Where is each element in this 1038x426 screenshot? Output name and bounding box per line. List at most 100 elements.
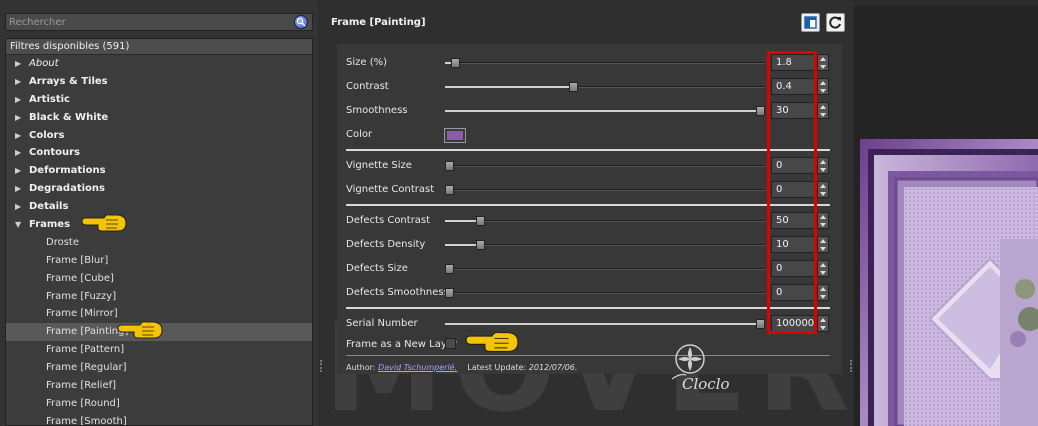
tree-category-frames[interactable]: ▼ Frames <box>6 214 312 234</box>
expand-arrow-icon[interactable]: ▶ <box>15 127 21 145</box>
expand-arrow-icon[interactable]: ▶ <box>15 55 21 73</box>
logo-text: Cloclo <box>682 375 730 393</box>
tree-category-black-white[interactable]: ▶ Black & White <box>6 109 312 127</box>
defects-contrast-slider[interactable] <box>445 216 765 226</box>
serial-number-slider[interactable] <box>445 319 765 329</box>
expand-arrow-icon[interactable]: ▶ <box>15 180 21 198</box>
slider-handle[interactable] <box>756 319 765 329</box>
slider-handle[interactable] <box>445 161 454 171</box>
expand-arrow-icon[interactable]: ▶ <box>15 91 21 109</box>
pointing-hand-icon <box>81 214 127 232</box>
color-swatch-button[interactable] <box>444 128 466 143</box>
defects-density-slider[interactable] <box>445 240 765 250</box>
slider-handle[interactable] <box>451 58 460 68</box>
tree-category-label: Deformations <box>29 165 106 177</box>
tree-category-contours[interactable]: ▶ Contours <box>6 144 312 162</box>
slider-handle[interactable] <box>445 185 454 195</box>
param-label: Serial Number <box>346 318 418 329</box>
expand-arrow-icon[interactable]: ▶ <box>15 198 21 216</box>
expand-arrow-icon[interactable]: ▶ <box>15 162 21 180</box>
serial-number-input[interactable]: 1000000 <box>771 315 821 332</box>
size-slider[interactable] <box>445 58 765 68</box>
smoothness-slider[interactable] <box>445 106 765 116</box>
author-link[interactable]: David Tschumperlé. <box>378 363 457 372</box>
expand-arrow-icon[interactable]: ▶ <box>15 109 21 127</box>
contrast-input[interactable]: 0.4 <box>771 78 815 95</box>
slider-handle[interactable] <box>476 240 485 250</box>
tree-item-frame-cube[interactable]: Frame [Cube] <box>6 270 312 288</box>
vignette-contrast-spinner[interactable] <box>817 181 829 198</box>
tree-item-frame-pattern[interactable]: Frame [Pattern] <box>6 341 312 359</box>
smoothness-input[interactable]: 30 <box>771 102 815 119</box>
defects-smoothness-slider[interactable] <box>445 288 765 298</box>
tree-category-label: Frames <box>29 219 71 231</box>
tree-category-label: About <box>29 58 59 69</box>
param-label: Size (%) <box>346 57 388 68</box>
vignette-size-slider[interactable] <box>445 161 765 171</box>
param-vignette-size: Vignette Size 0 <box>337 156 842 176</box>
layout-icon <box>804 16 817 29</box>
slider-handle[interactable] <box>445 264 454 274</box>
contrast-spinner[interactable] <box>817 78 829 95</box>
param-label: Defects Size <box>346 263 408 274</box>
vignette-size-input[interactable]: 0 <box>771 157 815 174</box>
vignette-contrast-slider[interactable] <box>445 185 765 195</box>
smoothness-spinner[interactable] <box>817 102 829 119</box>
defects-density-input[interactable]: 10 <box>771 236 815 253</box>
tree-item-frame-fuzzy[interactable]: Frame [Fuzzy] <box>6 288 312 306</box>
defects-size-spinner[interactable] <box>817 260 829 277</box>
expand-arrow-icon[interactable]: ▶ <box>15 73 21 91</box>
serial-number-spinner[interactable] <box>817 315 829 332</box>
size-spinner[interactable] <box>817 54 829 71</box>
defects-size-slider[interactable] <box>445 264 765 274</box>
tree-item-frame-painting[interactable]: Frame [Painting] <box>6 321 312 342</box>
refresh-button[interactable] <box>826 13 845 32</box>
tree-category-label: Contours <box>29 147 80 159</box>
expand-arrow-icon[interactable]: ▶ <box>15 144 21 162</box>
slider-handle[interactable] <box>476 216 485 226</box>
tree-category-artistic[interactable]: ▶ Artistic <box>6 91 312 109</box>
search-box <box>5 13 313 31</box>
defects-density-spinner[interactable] <box>817 236 829 253</box>
preview-image[interactable] <box>860 139 1038 426</box>
size-input[interactable]: 1.8 <box>771 54 815 71</box>
defects-smoothness-spinner[interactable] <box>817 284 829 301</box>
search-icon[interactable] <box>294 15 308 29</box>
slider-handle[interactable] <box>756 106 765 116</box>
separator <box>346 307 830 309</box>
param-label: Vignette Size <box>346 160 412 171</box>
defects-contrast-spinner[interactable] <box>817 212 829 229</box>
param-label: Defects Contrast <box>346 215 431 226</box>
collapse-arrow-icon[interactable]: ▼ <box>15 216 21 234</box>
tree-item-frame-round[interactable]: Frame [Round] <box>6 395 312 413</box>
filter-title: Frame [Painting] <box>331 17 426 28</box>
tree-category-about[interactable]: ▶ About <box>6 55 312 73</box>
tree-item-droste[interactable]: Droste <box>6 234 312 252</box>
tree-category-degradations[interactable]: ▶ Degradations <box>6 180 312 198</box>
vignette-contrast-input[interactable]: 0 <box>771 181 815 198</box>
tree-category-label: Degradations <box>29 183 105 195</box>
vignette-size-spinner[interactable] <box>817 157 829 174</box>
param-label: Defects Smoothness <box>346 287 449 298</box>
tree-item-frame-blur[interactable]: Frame [Blur] <box>6 252 312 270</box>
tree-category-arrays-tiles[interactable]: ▶ Arrays & Tiles <box>6 73 312 91</box>
tree-category-details[interactable]: ▶ Details <box>6 198 312 216</box>
search-input[interactable] <box>9 15 289 29</box>
slider-handle[interactable] <box>569 82 578 92</box>
param-vignette-contrast: Vignette Contrast 0 <box>337 180 842 200</box>
defects-size-input[interactable]: 0 <box>771 260 815 277</box>
tree-category-deformations[interactable]: ▶ Deformations <box>6 162 312 180</box>
tree-item-frame-smooth[interactable]: Frame [Smooth] <box>6 413 312 425</box>
new-layer-checkbox[interactable] <box>445 338 456 349</box>
param-defects-size: Defects Size 0 <box>337 259 842 279</box>
preview-layout-button[interactable] <box>801 13 820 32</box>
tree-item-frame-relief[interactable]: Frame [Relief] <box>6 377 312 395</box>
tree-item-frame-regular[interactable]: Frame [Regular] <box>6 359 312 377</box>
slider-handle[interactable] <box>445 288 454 298</box>
tree-category-colors[interactable]: ▶ Colors <box>6 127 312 145</box>
defects-smoothness-input[interactable]: 0 <box>771 284 815 301</box>
separator <box>346 355 830 356</box>
separator <box>346 204 830 206</box>
defects-contrast-input[interactable]: 50 <box>771 212 815 229</box>
contrast-slider[interactable] <box>445 82 765 92</box>
